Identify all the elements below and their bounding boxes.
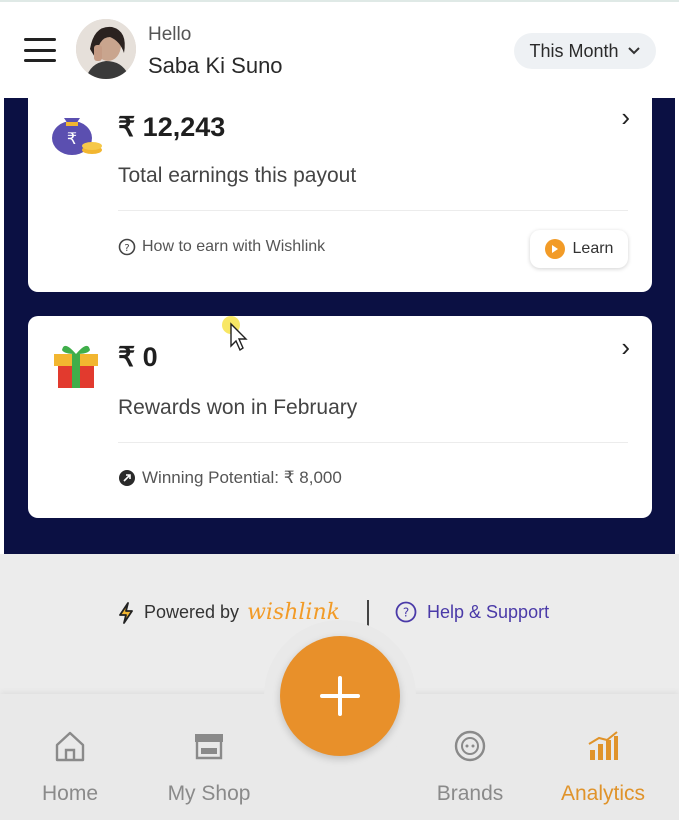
shop-icon xyxy=(195,734,223,760)
question-circle-icon: ? xyxy=(118,238,136,256)
help-support-label: Help & Support xyxy=(427,601,550,622)
nav-my-shop[interactable]: My Shop xyxy=(154,728,264,806)
rewards-card[interactable]: ₹ 0 › Rewards won in February Winning Po… xyxy=(28,316,652,518)
earnings-card[interactable]: ₹ ₹ 12,243 › Total earnings this payout … xyxy=(28,96,652,292)
powered-by: Powered by wishlink xyxy=(116,600,340,625)
how-to-earn-link[interactable]: ? How to earn with Wishlink xyxy=(118,238,325,256)
lightning-icon xyxy=(119,601,133,624)
rewards-amount: ₹ 0 xyxy=(118,342,158,372)
period-selector-label: This Month xyxy=(529,40,619,61)
rocket-icon xyxy=(119,470,135,486)
winning-potential-text: Winning Potential: ₹ 8,000 xyxy=(142,468,342,487)
analytics-icon xyxy=(588,731,618,760)
rewards-description: Rewards won in February xyxy=(118,396,358,419)
nav-brands-label: Brands xyxy=(436,782,504,805)
svg-text:₹: ₹ xyxy=(67,129,77,148)
user-name: Saba Ki Suno xyxy=(148,53,283,78)
how-to-earn-text: How to earn with Wishlink xyxy=(142,238,326,255)
chevron-right-icon[interactable]: › xyxy=(621,102,630,133)
earnings-description: Total earnings this payout xyxy=(118,164,357,187)
add-button[interactable] xyxy=(280,636,400,756)
svg-text:?: ? xyxy=(403,606,409,620)
mouse-cursor-icon xyxy=(222,316,248,352)
nav-my-shop-label: My Shop xyxy=(167,782,251,805)
nav-analytics-label: Analytics xyxy=(560,782,646,805)
brands-icon xyxy=(454,730,486,762)
gift-icon xyxy=(54,345,98,388)
svg-text:?: ? xyxy=(124,243,129,254)
period-selector[interactable]: This Month xyxy=(514,33,656,69)
earnings-amount: ₹ 12,243 xyxy=(118,112,226,142)
play-icon xyxy=(544,239,565,259)
separator xyxy=(367,600,369,626)
nav-analytics[interactable]: Analytics xyxy=(548,728,658,806)
app-header: Hello Saba Ki Suno This Month xyxy=(0,0,679,98)
plus-icon xyxy=(320,676,360,716)
avatar[interactable] xyxy=(76,19,136,79)
hamburger-menu-icon[interactable] xyxy=(24,38,56,62)
nav-home-label: Home xyxy=(41,782,99,805)
divider xyxy=(118,442,628,443)
divider xyxy=(118,210,628,211)
help-support-link[interactable]: ? Help & Support xyxy=(395,601,549,623)
chevron-down-icon xyxy=(627,47,640,55)
money-bag-icon: ₹ xyxy=(52,118,102,155)
question-circle-icon: ? xyxy=(395,601,417,623)
nav-brands[interactable]: Brands xyxy=(415,728,525,806)
learn-label: Learn xyxy=(572,240,614,257)
winning-potential: Winning Potential: ₹ 8,000 xyxy=(118,468,342,488)
powered-by-label: Powered by xyxy=(144,602,240,622)
home-icon xyxy=(55,731,85,762)
chevron-right-icon[interactable]: › xyxy=(621,332,630,363)
greeting-text: Hello xyxy=(148,24,192,45)
nav-home[interactable]: Home xyxy=(15,728,125,806)
learn-button[interactable]: Learn xyxy=(530,230,628,268)
